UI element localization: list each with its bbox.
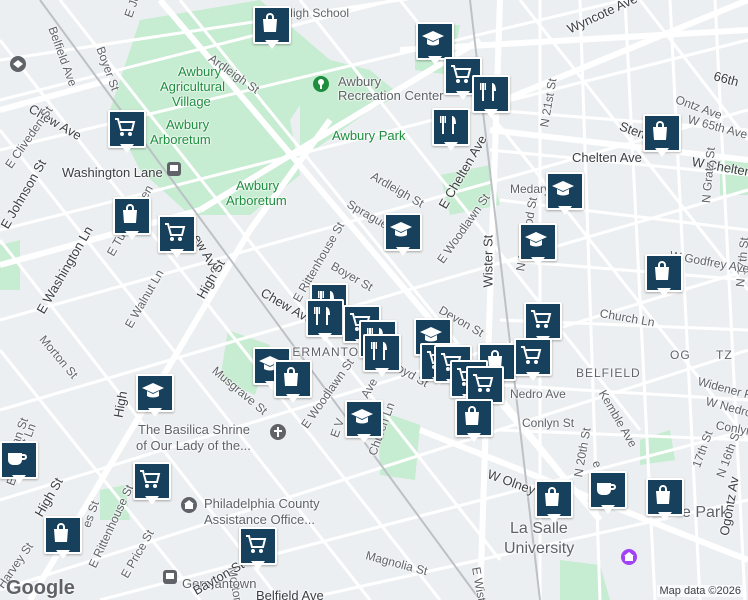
restaurant-marker[interactable] [306,299,344,345]
school-marker[interactable] [546,172,584,218]
map-label-basilica-1: The Basilica Shrine [138,422,250,437]
map-label-ogontz-hood-2: TZ [716,348,733,362]
church-icon[interactable] [269,423,287,446]
map-label-awbury-park: Awbury Park [332,128,406,143]
school-marker[interactable] [519,223,557,269]
map-label-conlyn-st: Conlyn St [522,416,575,430]
map-canvas[interactable]: ing High School Ardleigh St Awbury Recreati… [0,0,748,600]
map-label-chelten-ave: Chelten Ave [572,150,642,165]
shopping-bag-marker[interactable] [274,360,312,406]
train-station-icon[interactable] [167,162,181,181]
park-poi-icon[interactable] [312,75,330,98]
map-label-wister-st: Wister St [480,234,496,288]
map-label-medary: Medary [510,182,551,196]
government-building-icon[interactable] [180,496,198,519]
poi-icon[interactable] [9,55,27,78]
school-marker[interactable] [345,400,383,446]
shopping-bag-marker[interactable] [113,197,151,243]
shopping-bag-marker[interactable] [643,114,681,160]
map-label-belfield-ave-2: Belfield Ave [256,588,324,600]
coffee-marker[interactable] [589,471,627,517]
map-label-nedro-ave: Nedro Ave [510,387,566,401]
shopping-bag-marker[interactable] [646,478,684,524]
shopping-cart-marker[interactable] [108,110,146,156]
map-label-awbury-agri-1: Awbury [178,64,222,79]
google-logo: Google [6,577,75,599]
map-attribution[interactable]: Map data ©2026 [656,585,744,597]
university-icon[interactable] [620,548,638,571]
map-label-ogontz-hood: OG [670,348,691,362]
coffee-marker[interactable] [0,441,38,487]
shopping-cart-marker[interactable] [133,462,171,508]
school-marker[interactable] [384,213,422,259]
map-label-awbury-arb2-2: Arboretum [226,193,287,208]
school-marker[interactable] [136,374,174,420]
map-label-awbury-arb-2: Arboretum [150,132,211,147]
map-label-basilica-2: of Our Lady of the... [136,438,251,453]
map-label-awbury-agri-2: Agricultural [160,79,226,94]
shopping-bag-marker[interactable] [455,399,493,445]
shopping-bag-marker[interactable] [645,254,683,300]
shopping-cart-marker[interactable] [239,527,277,573]
map-label-awbury-rec: Awbury [338,74,382,89]
map-label-awbury-agri-3: Village [172,94,211,109]
map-label-washington-lane: Washington Lane [62,165,163,180]
map-label-phila-county-1: Philadelphia County [204,496,320,511]
shopping-cart-marker[interactable] [158,215,196,261]
restaurant-marker[interactable] [363,334,401,380]
germantown-station-icon[interactable] [163,570,177,589]
shopping-bag-marker[interactable] [44,516,82,562]
map-label-awbury-rec-2: Recreation Center [338,88,444,103]
restaurant-marker[interactable] [432,108,470,154]
restaurant-marker[interactable] [472,75,510,121]
map-label-awbury-arb-1: Awbury [166,117,210,132]
shopping-bag-marker[interactable] [535,480,573,526]
map-label-la-salle-2: University [504,540,575,557]
map-label-belfield-hood: BELFIELD [576,366,641,380]
shopping-cart-marker[interactable] [514,338,552,384]
map-label-phila-county-2: Assistance Office... [204,512,316,527]
map-label-awbury-arb2-1: Awbury [236,178,280,193]
shopping-bag-marker[interactable] [253,6,291,52]
